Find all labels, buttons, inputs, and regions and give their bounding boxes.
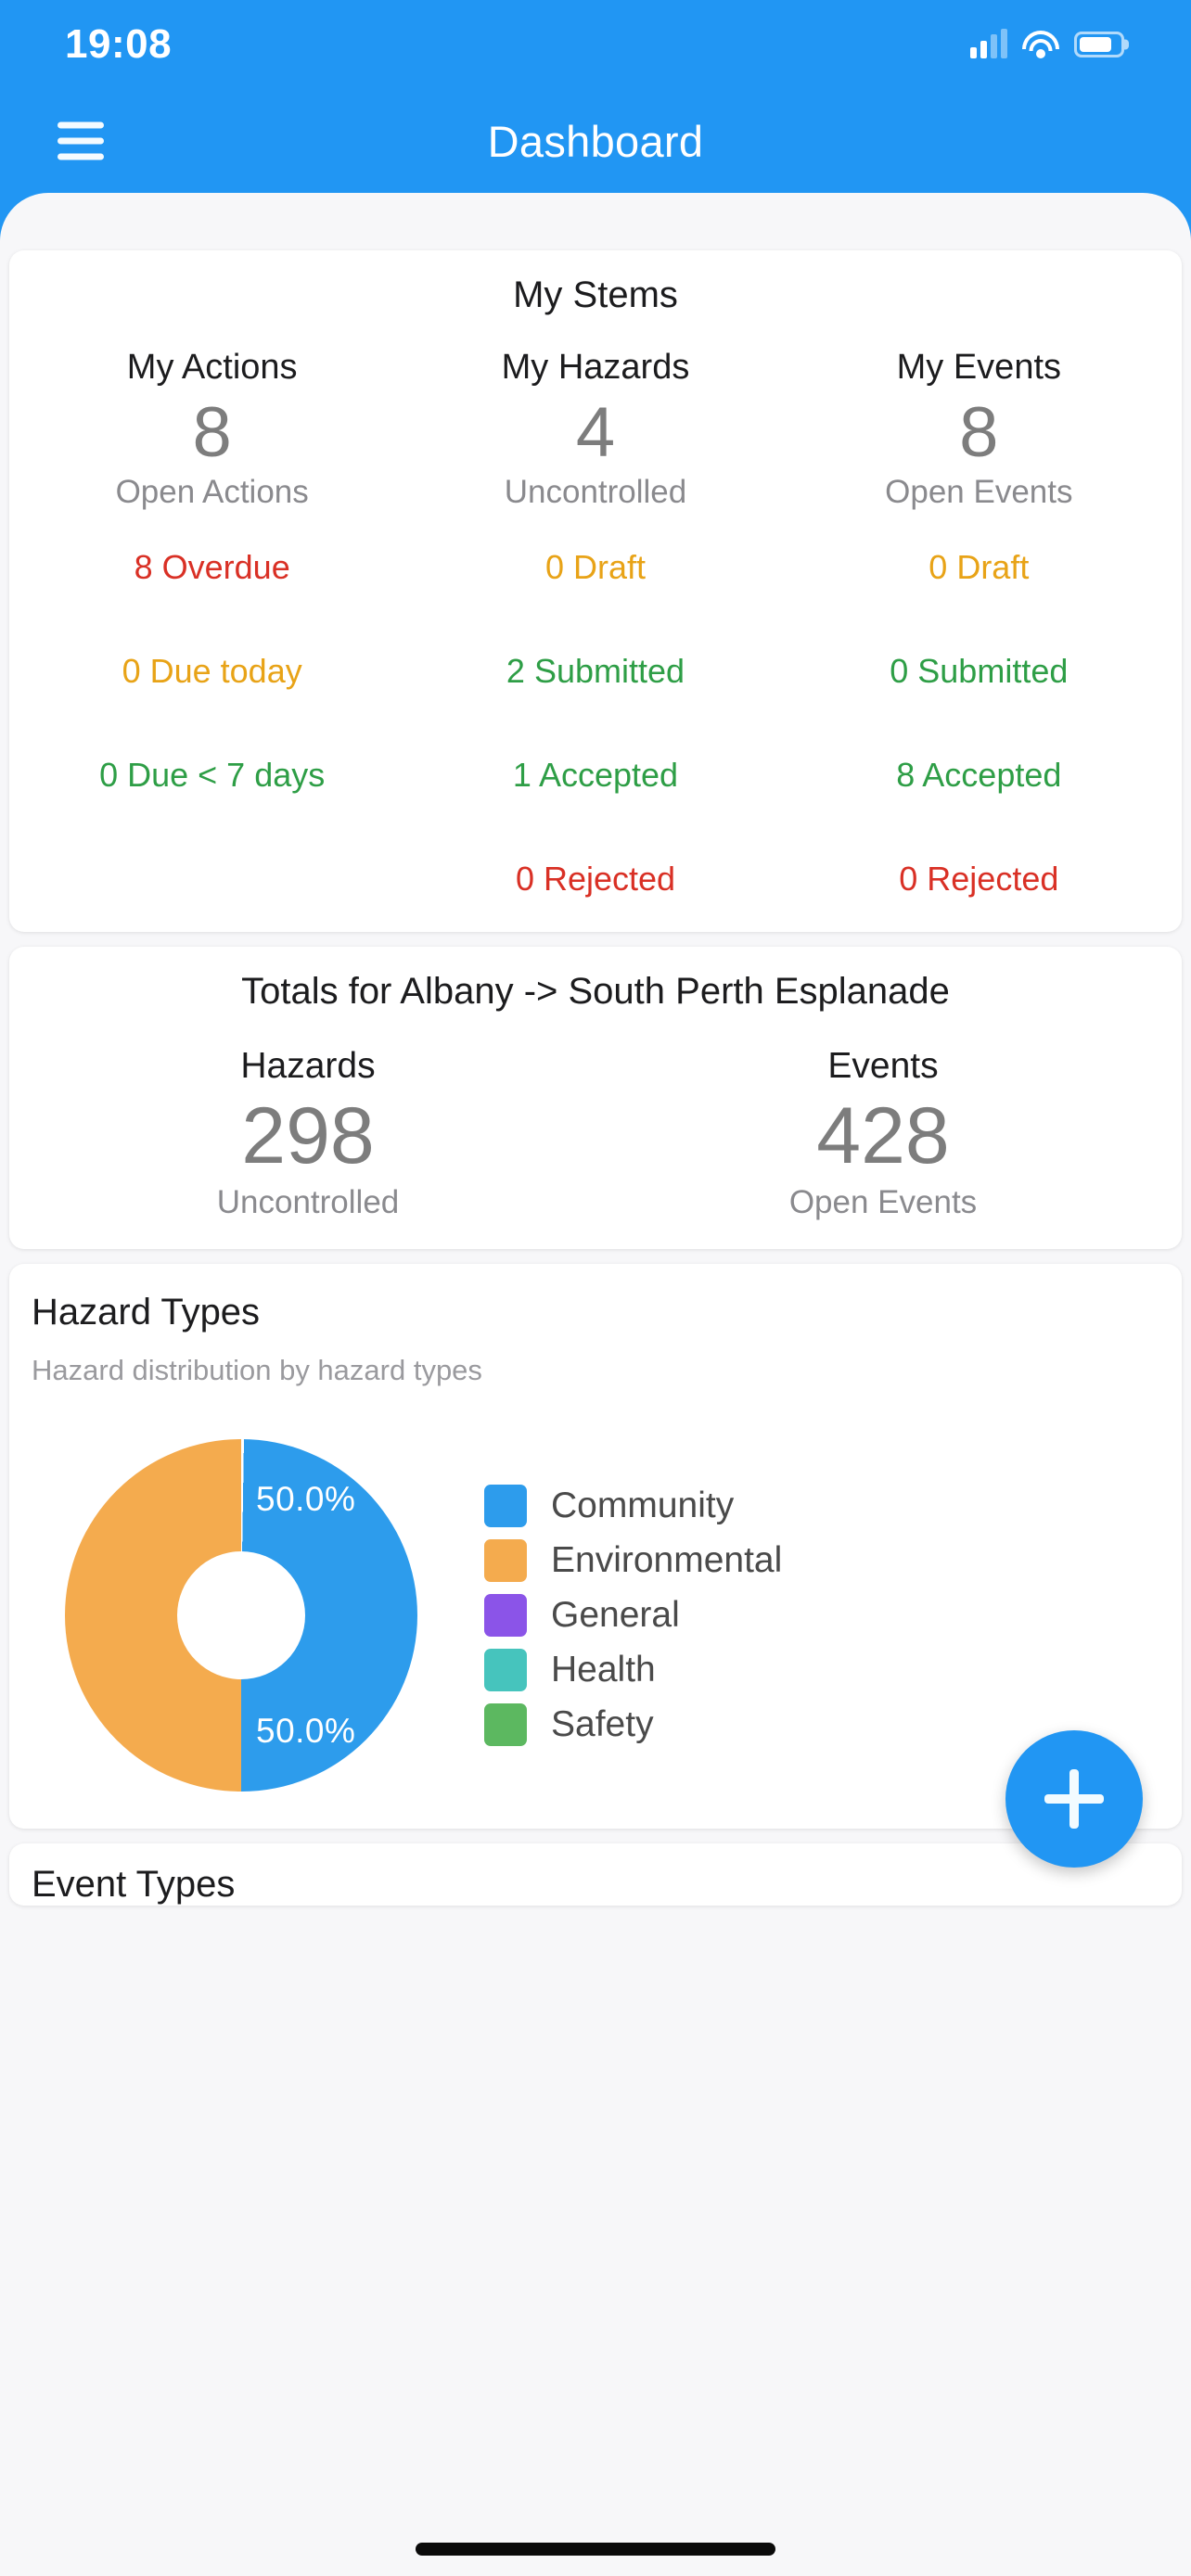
legend-item-health[interactable]: Health	[484, 1649, 782, 1691]
stem-status-row[interactable]: 0 Draft	[403, 548, 787, 589]
stem-column-hazards[interactable]: My Hazards 4 Uncontrolled 0 Draft 2 Subm…	[403, 348, 787, 900]
legend-label: General	[551, 1595, 680, 1635]
legend-item-general[interactable]: General	[484, 1594, 782, 1637]
stem-status-row[interactable]: 8 Overdue	[20, 548, 403, 589]
totals-column-events[interactable]: Events 428 Open Events	[596, 1046, 1171, 1221]
totals-column-hazards[interactable]: Hazards 298 Uncontrolled	[20, 1046, 596, 1221]
donut-slice-label-environmental: 50.0%	[256, 1480, 356, 1518]
status-bar: 19:08	[0, 0, 1191, 89]
stem-value: 8	[959, 393, 999, 472]
legend-item-community[interactable]: Community	[484, 1485, 782, 1527]
stem-value: 4	[575, 393, 616, 472]
totals-title: Totals for Albany -> South Perth Esplana…	[241, 971, 950, 1013]
stem-column-actions[interactable]: My Actions 8 Open Actions 8 Overdue 0 Du…	[20, 348, 403, 900]
totals-grid: Hazards 298 Uncontrolled Events 428 Open…	[20, 1046, 1171, 1221]
stem-status-row[interactable]: 0 Due today	[20, 652, 403, 693]
plus-icon	[1044, 1769, 1104, 1829]
stem-heading: My Hazards	[501, 348, 690, 387]
hazard-types-card: Hazard Types Hazard distribution by haza…	[9, 1264, 1182, 1868]
totals-heading: Hazards	[240, 1046, 376, 1087]
legend-label: Environmental	[551, 1540, 783, 1580]
donut-slice-label-community: 50.0%	[256, 1712, 356, 1750]
status-bar-icons	[970, 29, 1124, 58]
hazard-donut-chart[interactable]: 50.0% 50.0%	[65, 1439, 417, 1792]
stem-value: 8	[192, 393, 232, 472]
stem-status-row[interactable]: 0 Rejected	[788, 860, 1171, 900]
stem-status-row[interactable]: 2 Submitted	[403, 652, 787, 693]
stem-status-rows: 0 Draft 2 Submitted 1 Accepted 0 Rejecte…	[403, 548, 787, 900]
legend-swatch-icon	[484, 1539, 527, 1582]
page-title: Dashboard	[487, 116, 704, 166]
home-indicator	[416, 2543, 775, 2556]
totals-subtitle: Uncontrolled	[216, 1184, 400, 1220]
hamburger-menu-icon[interactable]	[58, 121, 104, 160]
cellular-signal-icon	[970, 29, 1007, 58]
event-types-title: Event Types	[32, 1864, 236, 1905]
content-sheet: My Stems My Actions 8 Open Actions 8 Ove…	[0, 193, 1191, 2576]
stem-subtitle: Uncontrolled	[504, 474, 687, 511]
legend-swatch-icon	[484, 1485, 527, 1527]
add-button[interactable]	[1005, 1730, 1143, 1868]
legend-label: Health	[551, 1650, 656, 1690]
legend-swatch-icon	[484, 1594, 527, 1637]
hazard-types-subtitle: Hazard distribution by hazard types	[32, 1354, 482, 1386]
stem-heading: My Events	[896, 348, 1062, 387]
stem-status-row[interactable]: 0 Rejected	[403, 860, 787, 900]
legend-label: Community	[551, 1486, 735, 1525]
totals-value: 428	[816, 1091, 950, 1181]
stem-column-events[interactable]: My Events 8 Open Events 0 Draft 0 Submit…	[788, 348, 1171, 900]
battery-icon	[1074, 32, 1124, 57]
stem-status-rows: 8 Overdue 0 Due today 0 Due < 7 days	[20, 548, 403, 900]
legend-item-environmental[interactable]: Environmental	[484, 1539, 782, 1582]
event-types-card: Event Types	[9, 1843, 1182, 1906]
stem-status-rows: 0 Draft 0 Submitted 8 Accepted 0 Rejecte…	[788, 548, 1171, 900]
totals-heading: Events	[827, 1046, 939, 1087]
stem-status-row[interactable]: 0 Due < 7 days	[20, 756, 403, 797]
legend-item-safety[interactable]: Safety	[484, 1703, 782, 1746]
legend-swatch-icon	[484, 1649, 527, 1691]
stem-status-row[interactable]: 0 Draft	[788, 548, 1171, 589]
wifi-icon	[1022, 31, 1059, 58]
stem-subtitle: Open Events	[885, 474, 1073, 511]
stem-status-row[interactable]: 0 Submitted	[788, 652, 1171, 693]
hazard-types-chart-area: 50.0% 50.0% Community Environmental Gene…	[32, 1439, 1159, 1792]
hazard-types-title: Hazard Types	[32, 1292, 261, 1333]
donut-center-hole	[177, 1551, 305, 1679]
legend-label: Safety	[551, 1704, 654, 1744]
chart-legend: Community Environmental General Health S…	[484, 1485, 782, 1746]
totals-card: Totals for Albany -> South Perth Esplana…	[9, 947, 1182, 1249]
totals-subtitle: Open Events	[788, 1184, 978, 1220]
my-stems-title: My Stems	[513, 274, 678, 315]
stem-status-row[interactable]: 1 Accepted	[403, 756, 787, 797]
stem-heading: My Actions	[126, 348, 298, 387]
status-bar-time: 19:08	[65, 21, 173, 67]
totals-value: 298	[241, 1091, 375, 1181]
legend-swatch-icon	[484, 1703, 527, 1746]
stem-subtitle: Open Actions	[115, 474, 309, 511]
stem-status-row[interactable]: 8 Accepted	[788, 756, 1171, 797]
navigation-bar: Dashboard	[0, 89, 1191, 193]
my-stems-grid: My Actions 8 Open Actions 8 Overdue 0 Du…	[20, 348, 1171, 900]
my-stems-card: My Stems My Actions 8 Open Actions 8 Ove…	[9, 250, 1182, 933]
